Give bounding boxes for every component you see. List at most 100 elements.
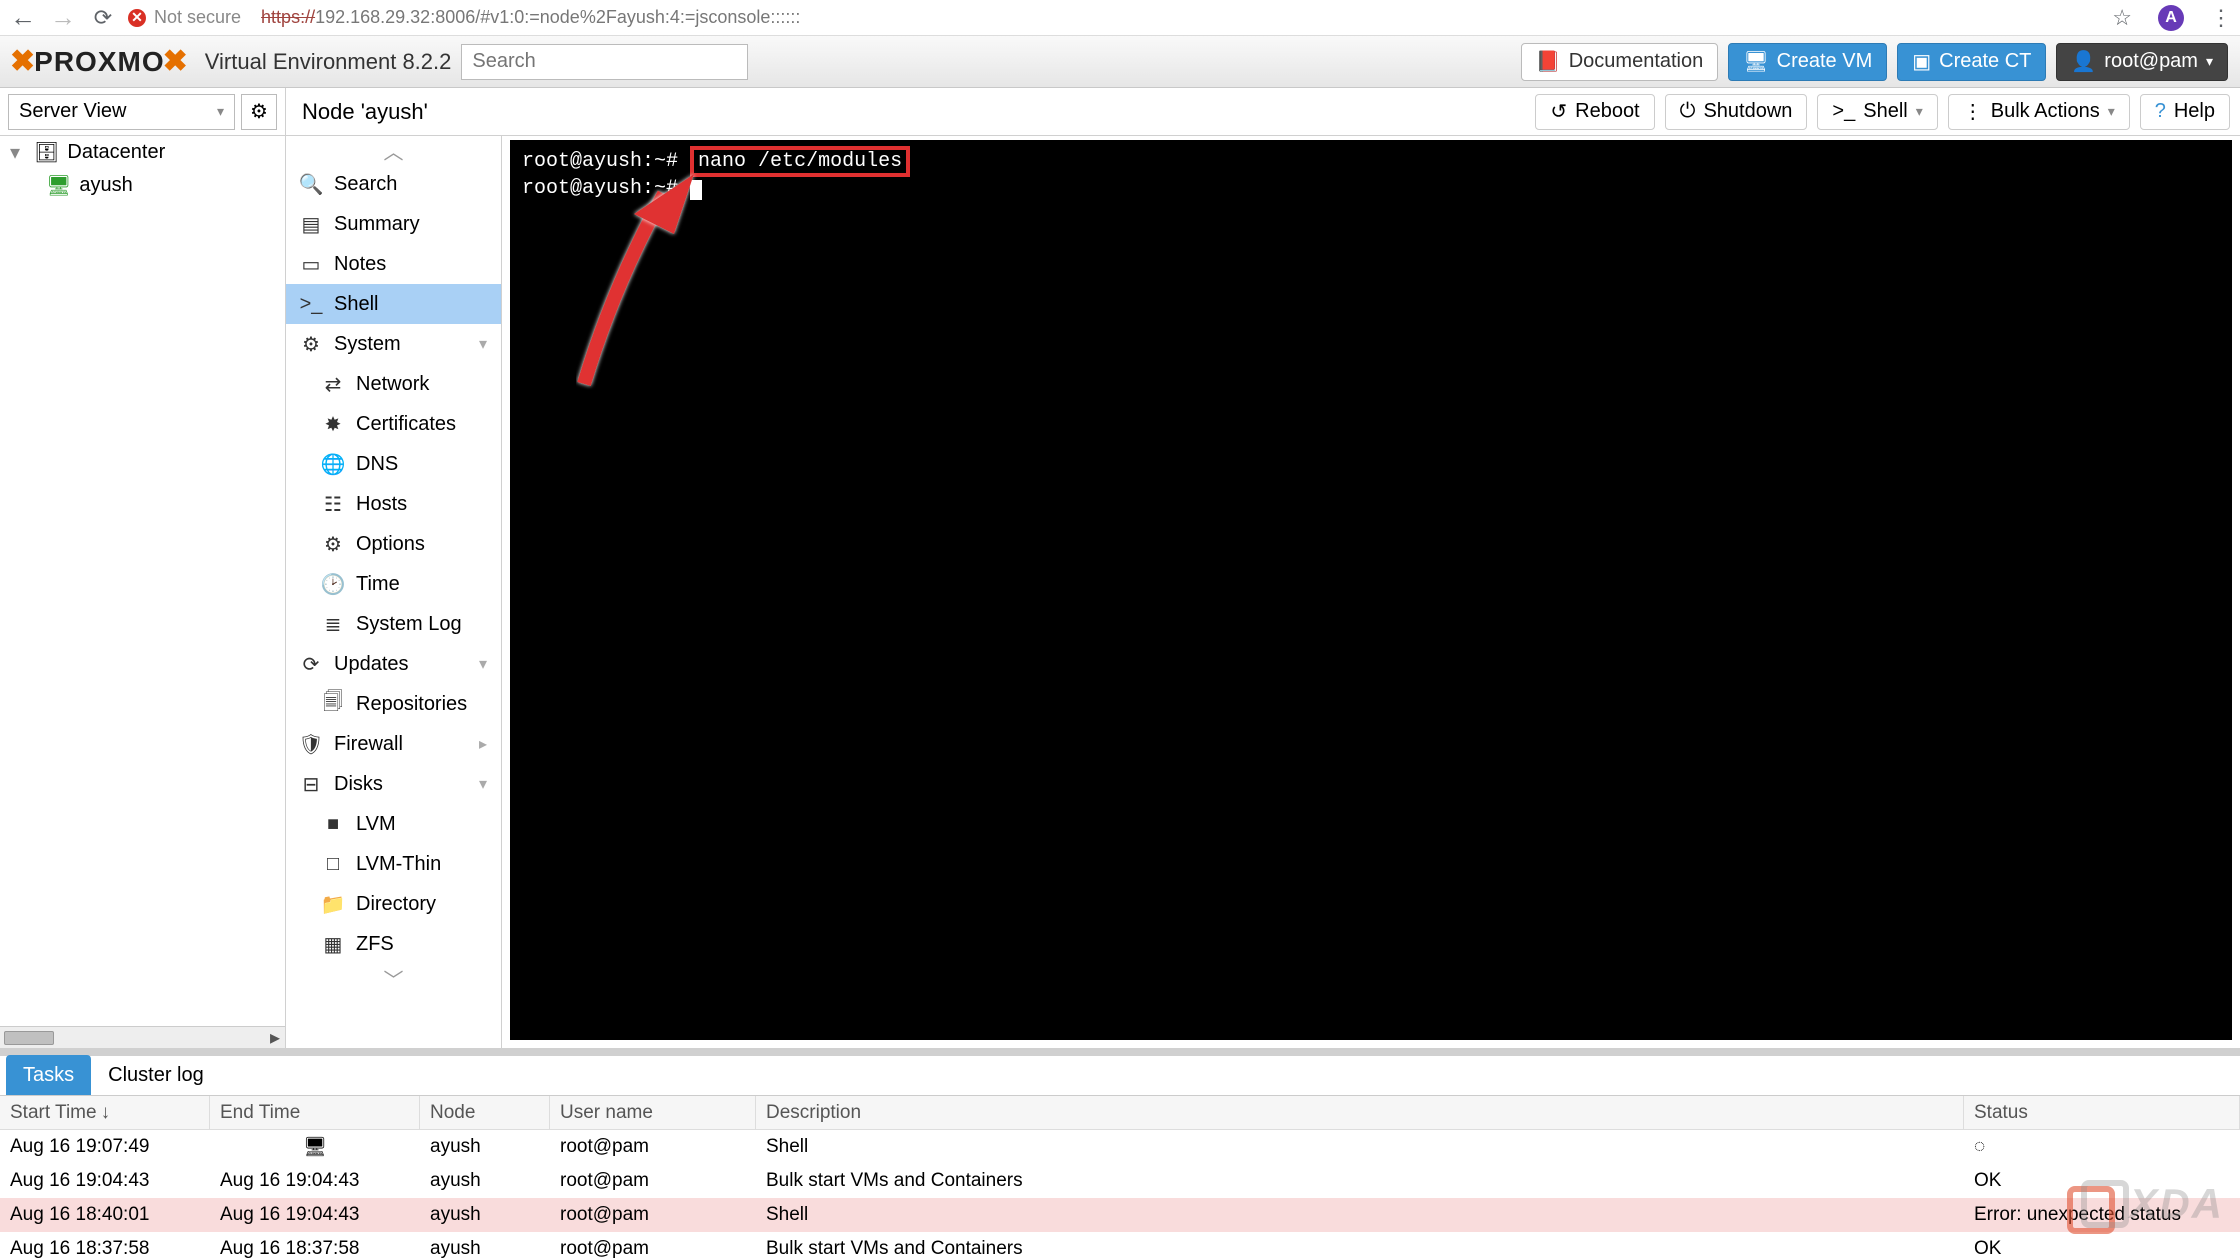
col-status[interactable]: Status [1964, 1096, 2240, 1129]
monitor-icon: 🖥 [1743, 49, 1768, 74]
documentation-button[interactable]: 📕 Documentation [1521, 43, 1718, 81]
sidebar-item-repositories[interactable]: 🗐Repositories [286, 684, 501, 724]
sidebar-item-dns[interactable]: 🌐DNS [286, 444, 501, 484]
back-button[interactable]: ← [8, 2, 38, 33]
chevron-down-icon: ▾ [479, 334, 487, 354]
sidebar-item-time[interactable]: 🕑Time [286, 564, 501, 604]
col-start-time[interactable]: Start Time ↓ [0, 1096, 210, 1129]
cube-icon: ▣ [1912, 49, 1931, 74]
collapse-icon[interactable]: ▾ [10, 140, 26, 165]
terminal-icon: >_ [300, 293, 322, 316]
tree-datacenter[interactable]: ▾ 🗄 Datacenter [0, 136, 285, 169]
create-ct-button[interactable]: ▣ Create CT [1897, 43, 2046, 81]
sidebar-item-system[interactable]: ⚙System▾ [286, 324, 501, 364]
server-icon: 🗄 [34, 140, 59, 165]
cursor-block [690, 180, 702, 200]
console-container: root@ayush:~# nano /etc/modules root@ayu… [502, 136, 2240, 1048]
sidebar-item-search[interactable]: 🔍Search [286, 164, 501, 204]
resource-tree: ▾ 🗄 Datacenter 🖥 ayush ▸ [0, 136, 286, 1048]
create-vm-button[interactable]: 🖥 Create VM [1728, 43, 1887, 81]
gear-icon: ⚙ [322, 532, 344, 557]
globe-icon: 🌐 [322, 452, 344, 477]
bulk-actions-button[interactable]: ⋮Bulk Actions▾ [1948, 94, 2130, 130]
table-row[interactable]: Aug 16 18:37:58Aug 16 18:37:58ayushroot@… [0, 1232, 2240, 1260]
shield-icon: 🛡 [300, 732, 322, 757]
sidebar-item-zfs[interactable]: ▦ZFS [286, 924, 501, 964]
sidebar-item-hosts[interactable]: ☷Hosts [286, 484, 501, 524]
book-icon: ▤ [300, 212, 322, 237]
main-area: ▾ 🗄 Datacenter 🖥 ayush ▸ ︿ 🔍Search ▤Summ… [0, 136, 2240, 1048]
col-node[interactable]: Node [420, 1096, 550, 1129]
table-row[interactable]: Aug 16 18:40:01Aug 16 19:04:43ayushroot@… [0, 1198, 2240, 1232]
sidebar-item-shell[interactable]: >_Shell [286, 284, 501, 324]
sidebar-item-firewall[interactable]: 🛡Firewall▸ [286, 724, 501, 764]
tab-cluster-log[interactable]: Cluster log [91, 1055, 221, 1095]
shutdown-button[interactable]: ⏻Shutdown [1665, 94, 1808, 130]
table-row[interactable]: Aug 16 19:04:43Aug 16 19:04:43ayushroot@… [0, 1164, 2240, 1198]
monitor-icon: 🖥 [303, 1135, 327, 1159]
search-icon: 🔍 [300, 172, 322, 197]
sidebar-item-network[interactable]: ⇄Network [286, 364, 501, 404]
sidebar-item-options[interactable]: ⚙Options [286, 524, 501, 564]
tree-node-ayush[interactable]: 🖥 ayush [0, 169, 285, 202]
browser-menu-icon[interactable]: ⋮ [2210, 5, 2232, 31]
col-description[interactable]: Description [756, 1096, 1964, 1129]
col-user[interactable]: User name [550, 1096, 756, 1129]
scroll-right-icon[interactable]: ▸ [265, 1025, 285, 1050]
scrollbar-thumb[interactable] [4, 1031, 54, 1045]
refresh-icon: ⟳ [300, 652, 322, 677]
shell-dropdown-button[interactable]: >_Shell▾ [1817, 94, 1937, 130]
chevron-down-icon: ﹀ [384, 964, 404, 993]
global-search-input[interactable] [461, 44, 748, 80]
kebab-icon: ⋮ [1963, 99, 1983, 124]
sidebar-item-disks[interactable]: ⊟Disks▾ [286, 764, 501, 804]
sidebar-collapse-down[interactable]: ﹀ [286, 964, 501, 992]
log-rows-container: Aug 16 19:07:49🖥ayushroot@pamShell◌Aug 1… [0, 1130, 2240, 1260]
reload-button[interactable]: ⟳ [88, 5, 118, 31]
table-row[interactable]: Aug 16 19:07:49🖥ayushroot@pamShell◌ [0, 1130, 2240, 1164]
sidebar-item-lvmthin[interactable]: □LVM-Thin [286, 844, 501, 884]
files-icon: 🗐 [322, 687, 344, 721]
disk-icon: ⊟ [300, 772, 322, 797]
power-icon: ⏻ [1680, 100, 1696, 123]
help-icon: ? [2155, 100, 2166, 123]
bookmark-star-icon[interactable]: ☆ [2112, 5, 2132, 31]
loading-spinner-icon: ◌ [1974, 1136, 1992, 1154]
url-bar[interactable]: https://192.168.29.32:8006/#v1:0:=node%2… [261, 7, 800, 28]
sidebar-item-syslog[interactable]: ≣System Log [286, 604, 501, 644]
log-tabs: Tasks Cluster log [0, 1056, 2240, 1096]
undo-icon: ↺ [1550, 99, 1567, 124]
user-icon: 👤 [2071, 49, 2096, 74]
sidebar-item-notes[interactable]: ▭Notes [286, 244, 501, 284]
tab-tasks[interactable]: Tasks [6, 1055, 91, 1095]
network-icon: ⇄ [322, 372, 344, 397]
log-column-headers: Start Time ↓ End Time Node User name Des… [0, 1096, 2240, 1130]
sidebar-item-certificates[interactable]: ✸Certificates [286, 404, 501, 444]
help-button[interactable]: ?Help [2140, 94, 2230, 130]
gears-icon: ⚙ [300, 332, 322, 357]
sidebar-collapse-up[interactable]: ︿ [286, 136, 501, 164]
insecure-label: Not secure [154, 7, 241, 28]
tree-settings-button[interactable]: ⚙ [241, 94, 277, 130]
version-label: Virtual Environment 8.2.2 [205, 49, 452, 75]
forward-button[interactable]: → [48, 2, 78, 33]
sidebar-item-updates[interactable]: ⟳Updates▾ [286, 644, 501, 684]
clock-icon: 🕑 [322, 572, 344, 597]
grid-icon: ▦ [322, 932, 344, 957]
sidebar-item-lvm[interactable]: ■LVM [286, 804, 501, 844]
shell-console[interactable]: root@ayush:~# nano /etc/modules root@ayu… [510, 140, 2232, 1040]
security-badge[interactable]: ✕ Not secure [128, 7, 241, 28]
view-combo[interactable]: Server View ▾ [8, 94, 235, 130]
chevron-down-icon: ▾ [2108, 103, 2115, 120]
sidebar-item-summary[interactable]: ▤Summary [286, 204, 501, 244]
reboot-button[interactable]: ↺Reboot [1535, 94, 1654, 130]
tree-horizontal-scrollbar[interactable]: ▸ [0, 1026, 285, 1048]
chevron-down-icon: ▾ [217, 103, 224, 120]
browser-chrome: ← → ⟳ ✕ Not secure https://192.168.29.32… [0, 0, 2240, 36]
list-icon: ≣ [322, 612, 344, 637]
col-end-time[interactable]: End Time [210, 1096, 420, 1129]
user-menu-button[interactable]: 👤 root@pam ▾ [2056, 43, 2228, 81]
proxmox-logo[interactable]: ✖ PROXMO ✖ [12, 44, 187, 79]
profile-avatar[interactable]: A [2158, 5, 2184, 31]
sidebar-item-directory[interactable]: 📁Directory [286, 884, 501, 924]
